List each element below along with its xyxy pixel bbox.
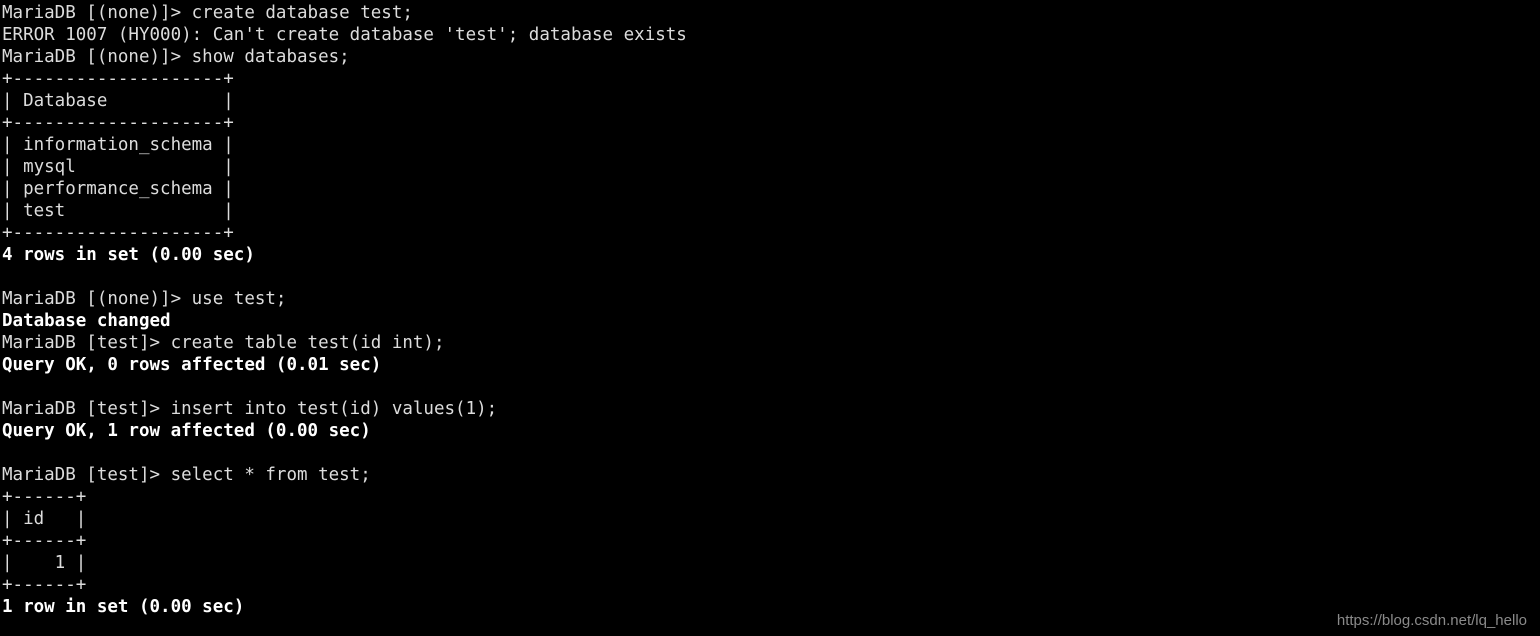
terminal-line: | mysql | [2, 157, 234, 177]
terminal-line: +--------------------+ [2, 113, 234, 133]
terminal-line: MariaDB [(none)]> create database test; [2, 3, 413, 23]
terminal-line: +--------------------+ [2, 69, 234, 89]
terminal-line: ERROR 1007 (HY000): Can't create databas… [2, 25, 687, 45]
terminal-line: +------+ [2, 575, 87, 595]
terminal-line: Database changed [2, 311, 171, 331]
terminal-line: | 1 | [2, 553, 87, 573]
terminal-line: +------+ [2, 487, 87, 507]
terminal-line: MariaDB [(none)]> show databases; [2, 47, 350, 67]
terminal-line: Query OK, 1 row affected (0.00 sec) [2, 421, 371, 441]
terminal-line: | test | [2, 201, 234, 221]
terminal-line: Query OK, 0 rows affected (0.01 sec) [2, 355, 382, 375]
terminal-line: | Database | [2, 91, 234, 111]
terminal-line: +--------------------+ [2, 223, 234, 243]
terminal-line: MariaDB [test]> select * from test; [2, 465, 371, 485]
terminal-line: | performance_schema | [2, 179, 234, 199]
terminal-line: +------+ [2, 531, 87, 551]
terminal-line: MariaDB [test]> insert into test(id) val… [2, 399, 498, 419]
terminal-line: | id | [2, 509, 87, 529]
watermark-label: https://blog.csdn.net/lq_hello [1336, 612, 1527, 629]
terminal-line: MariaDB [(none)]> use test; [2, 289, 287, 309]
terminal-window[interactable]: MariaDB [(none)]> create database test; E… [0, 0, 1540, 636]
terminal-line: 4 rows in set (0.00 sec) [2, 245, 255, 265]
terminal-output[interactable]: MariaDB [(none)]> create database test; E… [2, 2, 687, 618]
terminal-line: | information_schema | [2, 135, 234, 155]
terminal-line: MariaDB [test]> create table test(id int… [2, 333, 445, 353]
terminal-line: 1 row in set (0.00 sec) [2, 597, 245, 617]
